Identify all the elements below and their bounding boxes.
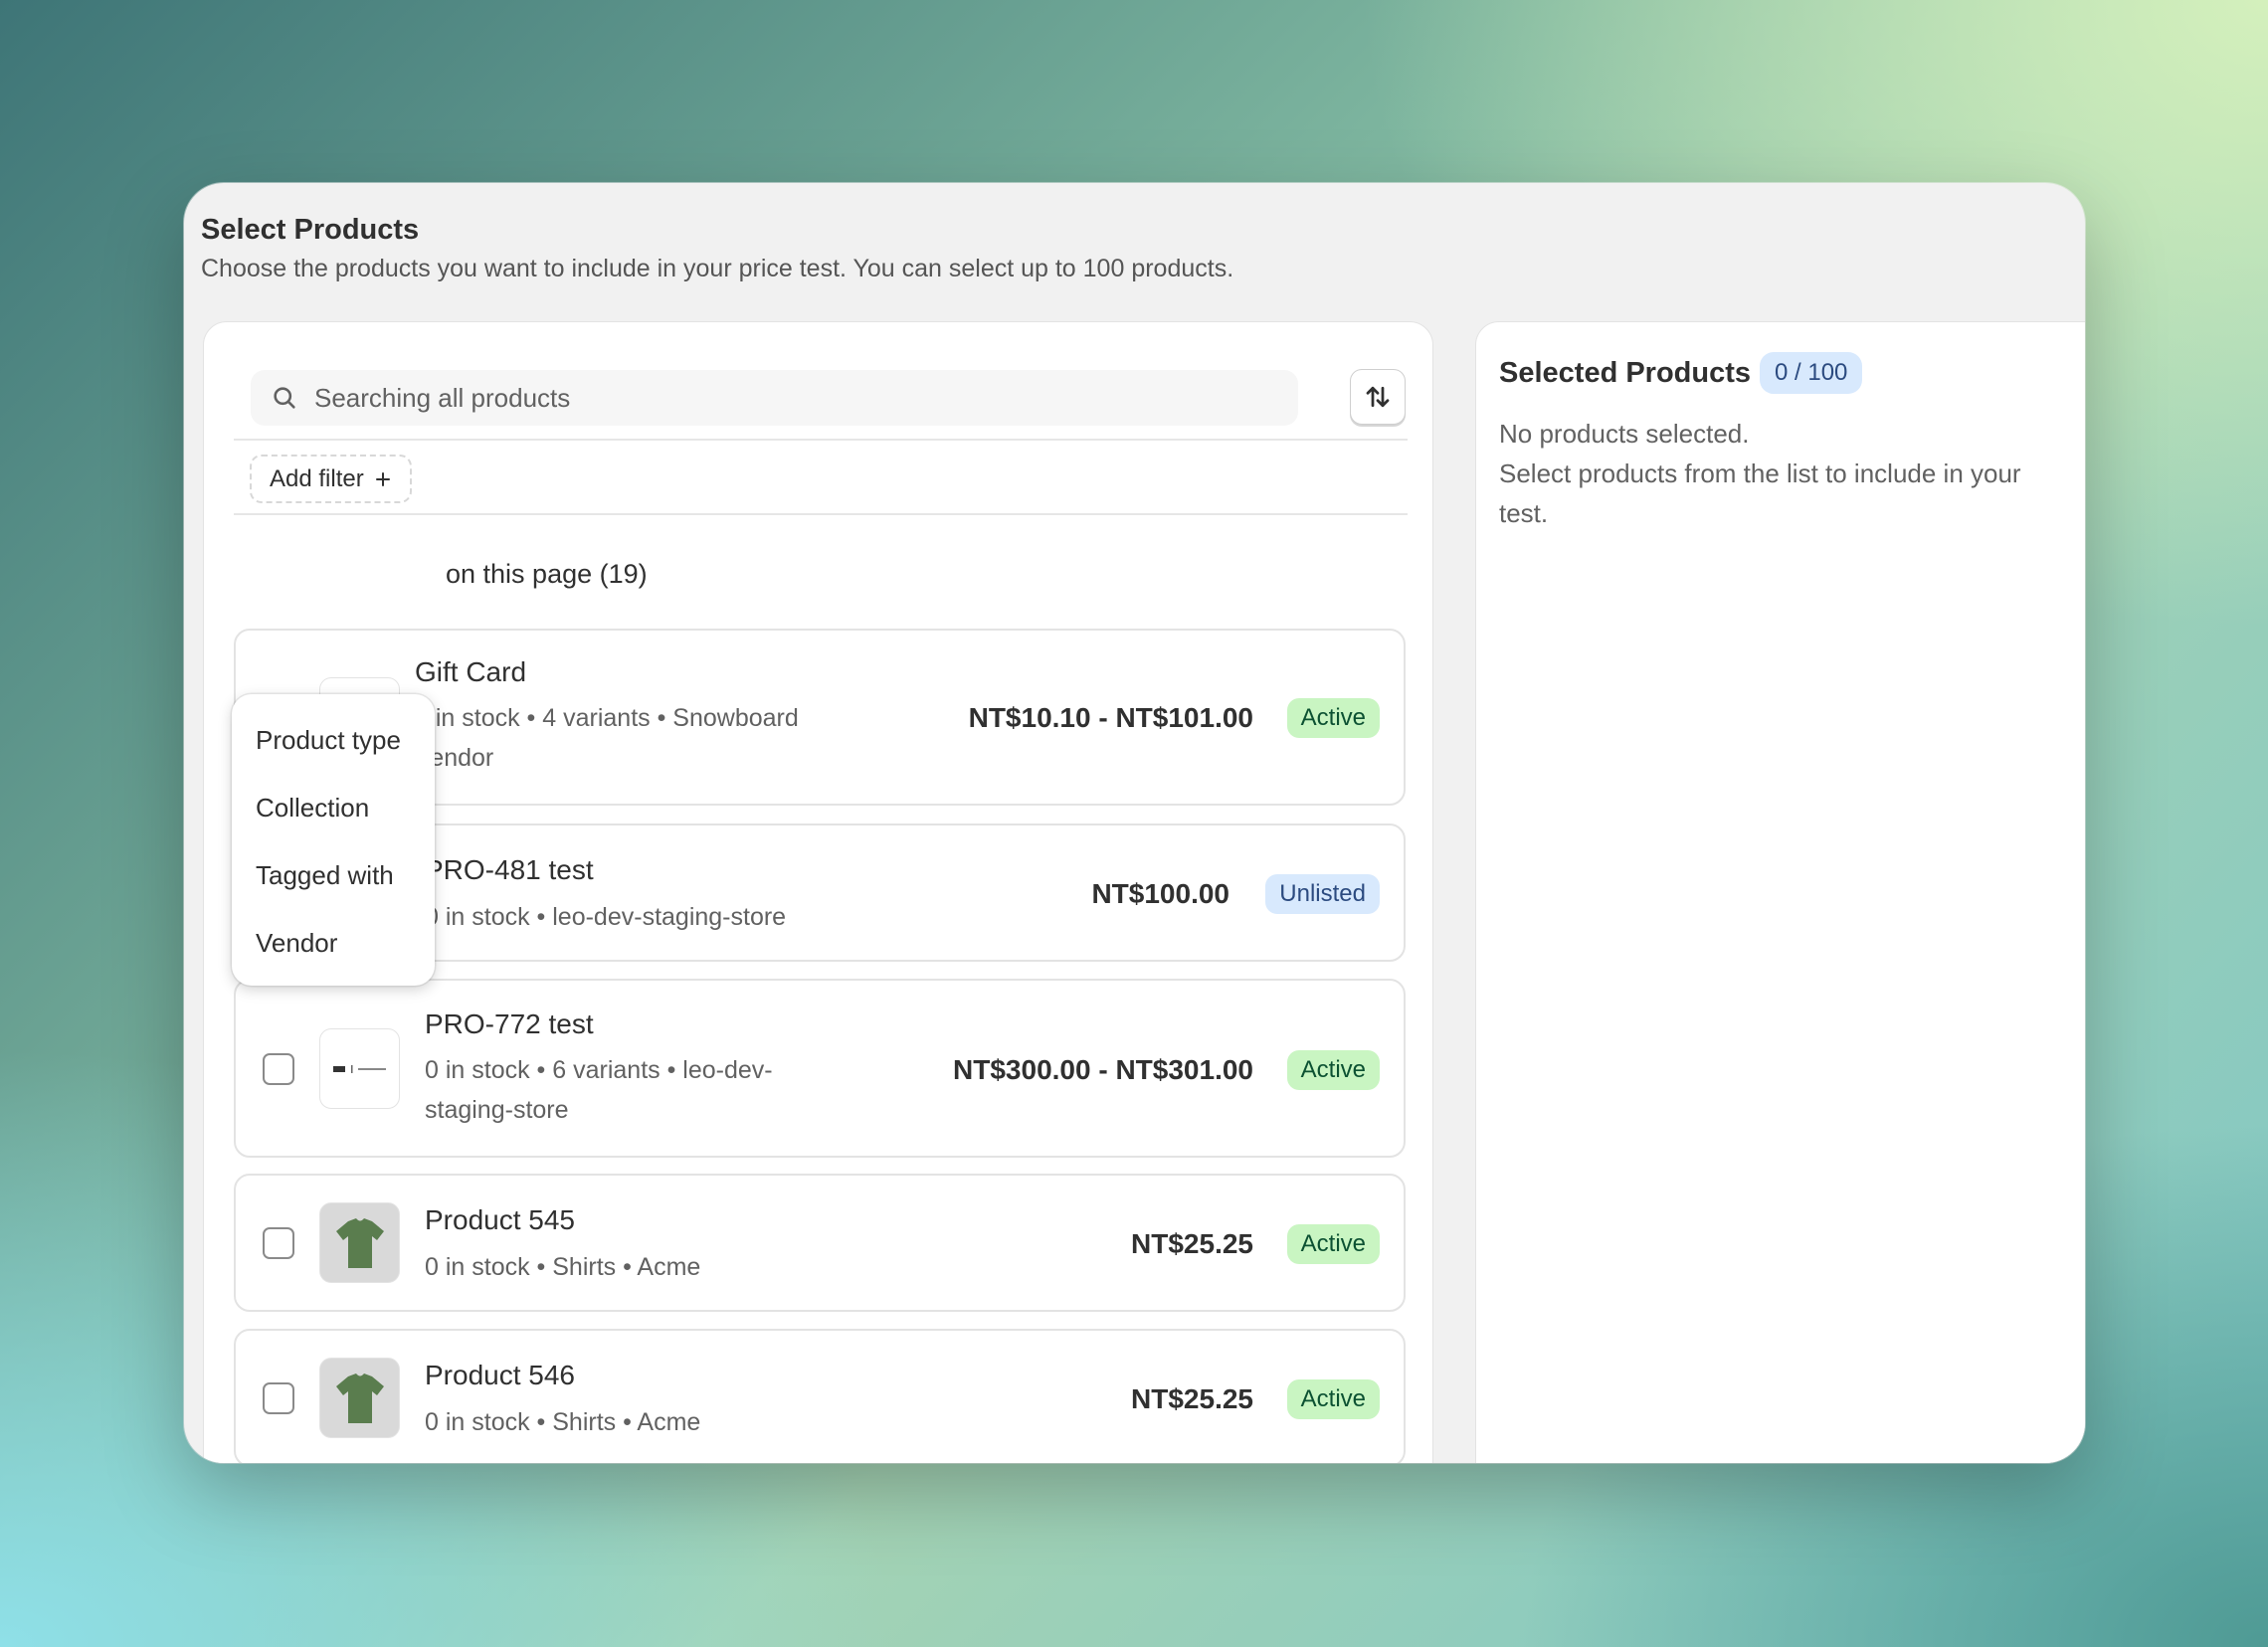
product-meta-line: 0 in stock • 4 variants • Snowboard xyxy=(415,704,799,732)
empty-state-line: Select products from the list to include… xyxy=(1499,458,2021,528)
product-meta-line: staging-store xyxy=(425,1096,569,1124)
shirt-image-icon xyxy=(335,1217,384,1268)
page-title: Select Products xyxy=(201,214,420,246)
table-row[interactable]: Product 545 0 in stock • Shirts • Acme N… xyxy=(234,1174,1406,1312)
product-name: Product 545 xyxy=(425,1204,575,1235)
menu-item-tagged-with[interactable]: Tagged with xyxy=(232,857,435,925)
menu-item-collection[interactable]: Collection xyxy=(232,790,435,857)
select-products-window: Select Products Choose the products you … xyxy=(184,183,2085,1463)
product-thumbnail xyxy=(319,1202,400,1283)
product-thumbnail xyxy=(319,1358,400,1438)
add-filter-button[interactable]: Add filter xyxy=(250,455,412,503)
shirt-image-icon xyxy=(335,1372,384,1423)
page-subtitle: Choose the products you want to include … xyxy=(201,255,1234,282)
product-meta-line: 0 in stock • 6 variants • leo-dev- xyxy=(425,1056,773,1084)
product-thumbnail xyxy=(319,1028,400,1109)
sort-button[interactable] xyxy=(1350,369,1406,425)
divider xyxy=(234,439,1408,441)
selected-products-title: Selected Products xyxy=(1499,357,1752,389)
table-row[interactable]: Product 546 0 in stock • Shirts • Acme N… xyxy=(234,1329,1406,1463)
product-meta-line: 0 in stock • Shirts • Acme xyxy=(425,1253,701,1281)
product-meta: 0 in stock • Shirts • Acme xyxy=(425,1402,700,1442)
product-price: NT$25.25 xyxy=(1131,1383,1253,1414)
search-bar[interactable] xyxy=(251,370,1298,426)
product-price: NT$10.10 - NT$101.00 xyxy=(968,702,1253,733)
menu-item-vendor[interactable]: Vendor xyxy=(232,925,435,993)
product-name: PRO-481 test xyxy=(425,854,594,885)
product-meta: 0 in stock • 6 variants • leo-dev- stagi… xyxy=(425,1050,773,1130)
product-meta-line: 0 in stock • Shirts • Acme xyxy=(425,1408,701,1436)
product-name: Gift Card xyxy=(415,656,527,687)
product-price: NT$300.00 - NT$301.00 xyxy=(953,1054,1253,1085)
menu-item-product-type[interactable]: Product type xyxy=(232,722,435,790)
product-meta-line: Vendor xyxy=(415,744,494,772)
sort-arrows-icon xyxy=(1366,386,1390,408)
search-icon xyxy=(274,387,295,409)
empty-state-line: No products selected. xyxy=(1499,419,1750,449)
product-price: NT$25.25 xyxy=(1131,1228,1253,1259)
plus-icon xyxy=(375,471,390,486)
product-name: Product 546 xyxy=(425,1360,575,1390)
product-meta: 0 in stock • 4 variants • Snowboard Vend… xyxy=(415,698,799,778)
status-badge: Active xyxy=(1286,1050,1380,1090)
status-badge: Active xyxy=(1286,698,1380,738)
select-all-label[interactable]: on this page (19) xyxy=(446,559,648,590)
product-name: PRO-772 test xyxy=(425,1008,594,1039)
logo-thumbnail-icon xyxy=(332,1064,386,1073)
selected-products-card: Selected Products 0 / 100 No products se… xyxy=(1475,321,2085,1463)
product-meta: 0 in stock • Shirts • Acme xyxy=(425,1247,700,1287)
row-checkbox[interactable] xyxy=(263,1382,294,1414)
status-badge: Active xyxy=(1286,1224,1380,1264)
add-filter-label: Add filter xyxy=(270,464,364,492)
product-meta-line: 0 in stock • leo-dev-staging-store xyxy=(425,903,787,931)
status-badge: Unlisted xyxy=(1265,874,1380,914)
empty-state-text: No products selected. Select products fr… xyxy=(1499,414,2056,533)
filter-dropdown-menu: Product type Collection Tagged with Vend… xyxy=(232,694,435,986)
row-checkbox[interactable] xyxy=(263,1227,294,1259)
divider xyxy=(234,513,1408,515)
search-input[interactable] xyxy=(314,382,1210,414)
status-badge: Active xyxy=(1286,1379,1380,1419)
row-checkbox[interactable] xyxy=(263,1053,294,1085)
selected-count-badge: 0 / 100 xyxy=(1760,352,1863,394)
table-row[interactable]: PRO-772 test 0 in stock • 6 variants • l… xyxy=(234,979,1406,1158)
product-price: NT$100.00 xyxy=(1091,878,1229,909)
product-meta: 0 in stock • leo-dev-staging-store xyxy=(425,897,786,937)
